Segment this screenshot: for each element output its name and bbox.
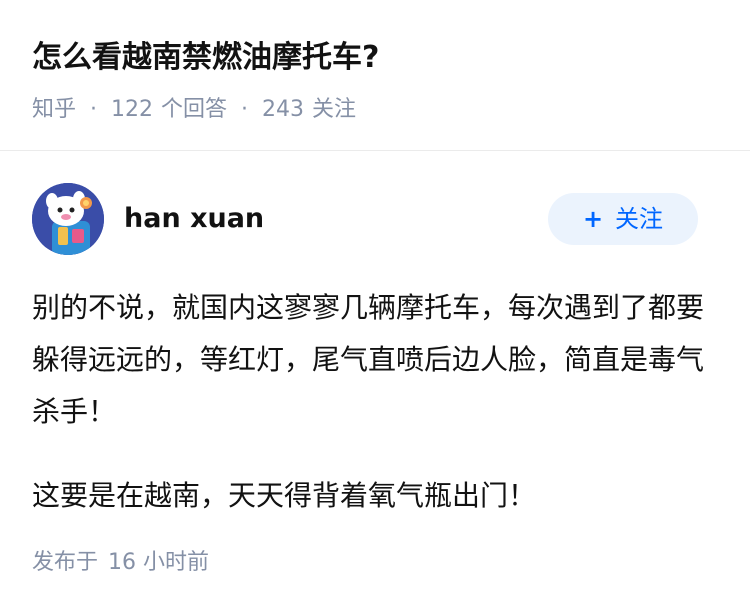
post-time: 发布于 16 小时前 (32, 546, 209, 580)
followers-count: 243 (262, 97, 305, 122)
follow-label: 关注 (615, 205, 664, 233)
author-name[interactable]: han xuan (124, 201, 264, 237)
post-time-label: 发布于 (32, 550, 99, 575)
plus-icon: + (582, 205, 604, 233)
answer-page: 怎么看越南禁燃油摩托车? 知乎 · 122 个回答 · 243 关注 han xuan (0, 0, 750, 614)
follow-button[interactable]: + 关注 (548, 193, 698, 245)
question-title[interactable]: 怎么看越南禁燃油摩托车? (32, 36, 379, 80)
answers-label: 个回答 (161, 97, 228, 122)
post-time-value: 16 小时前 (108, 550, 210, 575)
followers-label: 关注 (312, 97, 357, 122)
source-label: 知乎 (32, 97, 77, 122)
author-row: han xuan + 关注 (32, 183, 718, 255)
answers-link[interactable]: 122 个回答 (111, 97, 227, 122)
answer-paragraph: 这要是在越南，天天得背着氧气瓶出门！ (32, 479, 537, 512)
question-header: 怎么看越南禁燃油摩托车? 知乎 · 122 个回答 · 243 关注 (0, 0, 750, 151)
avatar[interactable] (32, 183, 104, 255)
separator-dot: · (241, 97, 249, 122)
answer-paragraph: 别的不说，就国内这寥寥几辆摩托车，每次遇到了都要躲得远远的，等红灯，尾气直喷后边… (32, 291, 705, 428)
answer-content: 别的不说，就国内这寥寥几辆摩托车，每次遇到了都要躲得远远的，等红灯，尾气直喷后边… (32, 282, 712, 554)
separator-dot: · (90, 97, 98, 122)
avatar-cartoon-icon (32, 183, 104, 255)
question-meta: 知乎 · 122 个回答 · 243 关注 (32, 93, 356, 127)
followers-info: 243 关注 (262, 97, 356, 122)
answers-count: 122 (111, 97, 154, 122)
